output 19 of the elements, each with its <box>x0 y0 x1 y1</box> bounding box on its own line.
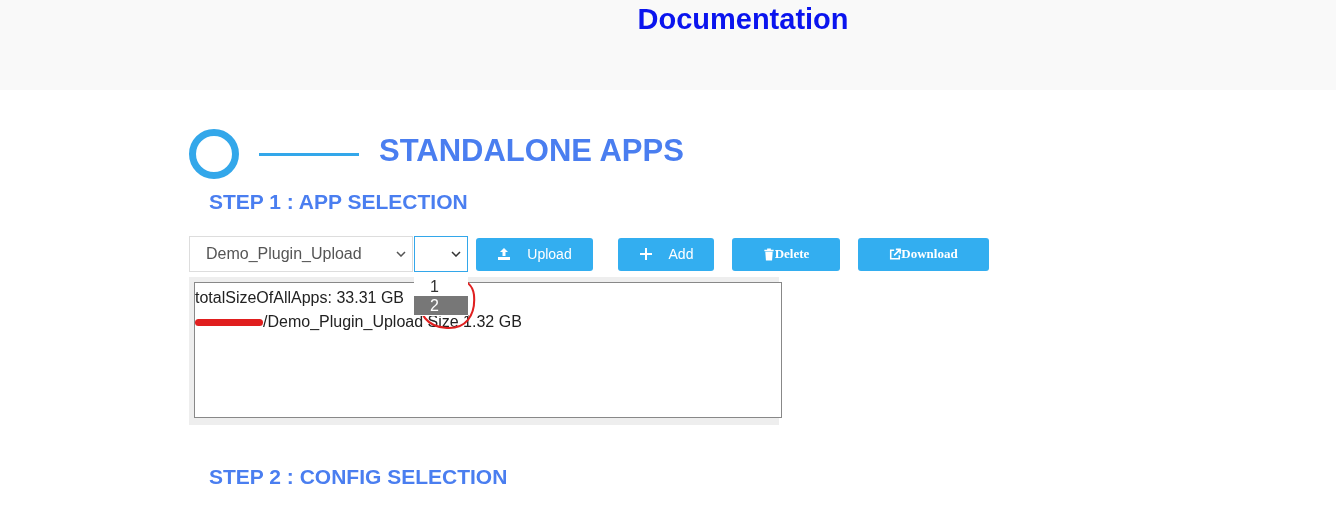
delete-button[interactable]: Delete <box>732 237 840 271</box>
add-button[interactable]: Add <box>618 237 714 271</box>
step-title: STEP 2 : CONFIG SELECTION <box>209 465 509 490</box>
trash-icon <box>762 247 775 261</box>
page-title: Documentation <box>637 3 849 37</box>
upload-icon <box>497 247 512 261</box>
upload-button[interactable]: Upload <box>476 237 593 271</box>
external-link-icon <box>889 247 902 261</box>
dropdown-option[interactable]: 2 <box>414 296 468 315</box>
section-title: STANDALONE APPS <box>379 133 684 169</box>
circle-icon <box>189 129 239 179</box>
chevron-down-icon <box>451 251 461 257</box>
chevron-down-icon <box>396 251 406 257</box>
download-button[interactable]: Download <box>858 237 989 271</box>
version-select[interactable] <box>414 236 468 272</box>
step-title: STEP 1 : APP SELECTION <box>209 190 469 215</box>
plus-icon <box>638 247 653 261</box>
app-select[interactable]: Demo_Plugin_Upload <box>189 236 413 272</box>
redaction-mark <box>195 318 263 326</box>
